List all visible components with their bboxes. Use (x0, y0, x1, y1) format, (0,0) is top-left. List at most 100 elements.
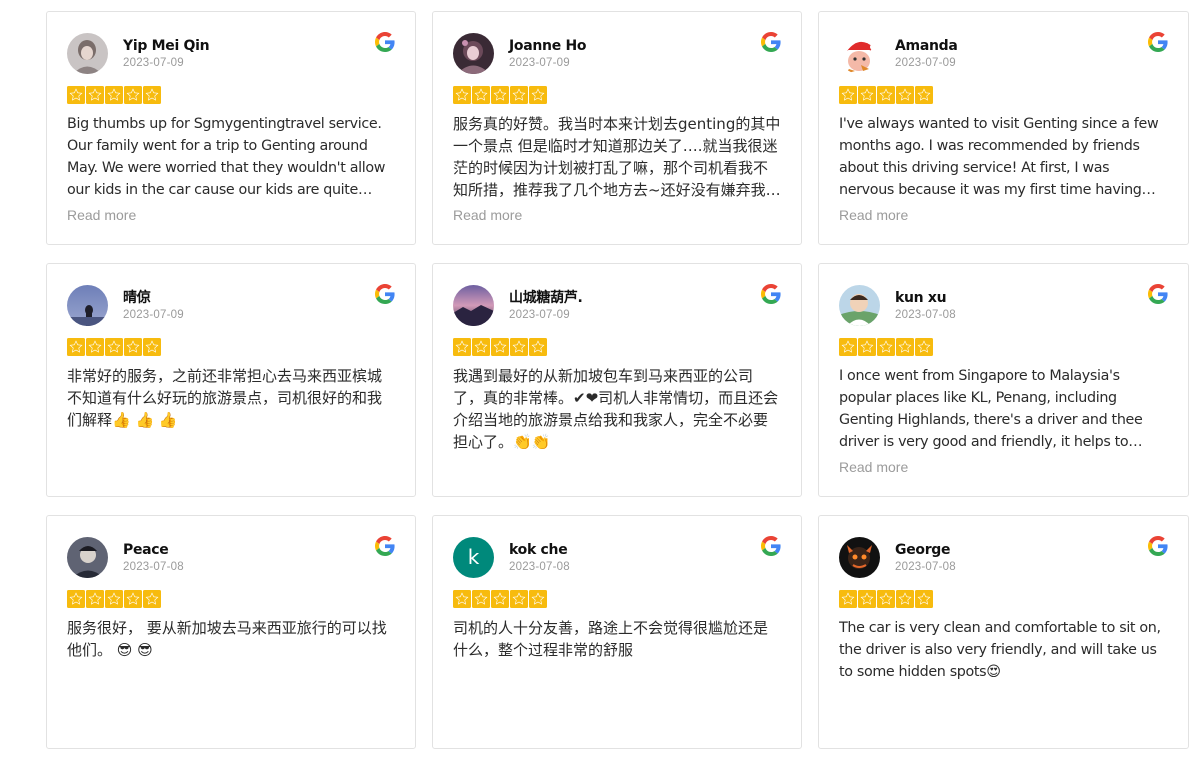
reviewer-name: 山城糖葫芦. (509, 290, 583, 306)
star-icon (491, 590, 509, 608)
star-icon (877, 338, 895, 356)
star-icon (858, 338, 876, 356)
star-icon (453, 86, 471, 104)
star-rating (67, 338, 395, 358)
review-card: 山城糖葫芦. 2023-07-09 我遇到最好的从新加坡包车到马来西亚的公司了，… (432, 263, 802, 497)
star-icon (124, 338, 142, 356)
read-more-link[interactable]: Read more (839, 207, 908, 223)
review-date: 2023-07-08 (895, 561, 956, 573)
review-text: 服务真的好赞。我当时本来计划去genting的其中一个景点 但是临时才知道那边关… (453, 115, 781, 199)
star-icon (143, 86, 161, 104)
reviews-grid: Yip Mei Qin 2023-07-09 Big thumbs up for… (46, 11, 1189, 749)
avatar (453, 32, 494, 74)
review-date: 2023-07-09 (123, 57, 184, 69)
star-rating (839, 338, 1168, 358)
review-date: 2023-07-08 (895, 309, 956, 321)
star-icon (143, 338, 161, 356)
star-icon (67, 590, 85, 608)
avatar: k (453, 536, 494, 578)
review-date: 2023-07-08 (123, 561, 184, 573)
star-icon (86, 590, 104, 608)
avatar (453, 284, 494, 326)
google-g-icon (761, 536, 781, 556)
reviewer-name: Joanne Ho (509, 38, 587, 54)
reviewer-name: Peace (123, 542, 169, 558)
review-card: Peace 2023-07-08 服务很好， 要从新加坡去马来西亚旅行的可以找他… (46, 515, 416, 749)
star-icon (877, 86, 895, 104)
star-rating (453, 338, 781, 358)
review-card: k kok che 2023-07-08 司机的人十分友善，路途上不会觉得很尴尬… (432, 515, 802, 749)
avatar (67, 32, 108, 74)
google-g-icon (375, 284, 395, 304)
review-text: Big thumbs up for Sgmygentingtravel serv… (67, 116, 386, 198)
star-icon (105, 590, 123, 608)
google-g-icon (761, 32, 781, 52)
star-icon (896, 590, 914, 608)
star-icon (143, 590, 161, 608)
avatar (67, 536, 108, 578)
star-icon (510, 338, 528, 356)
avatar (67, 284, 108, 326)
review-text: The car is very clean and comfortable to… (839, 620, 1161, 680)
star-icon (915, 86, 933, 104)
reviewer-name: kun xu (895, 290, 947, 306)
review-date: 2023-07-09 (895, 57, 956, 69)
review-header: 山城糖葫芦. 2023-07-09 (453, 284, 781, 326)
google-g-icon (375, 536, 395, 556)
review-header: k kok che 2023-07-08 (453, 536, 781, 578)
google-g-icon (761, 284, 781, 304)
avatar (839, 284, 880, 326)
star-icon (86, 338, 104, 356)
star-icon (839, 590, 857, 608)
star-rating (453, 86, 781, 106)
star-rating (453, 590, 781, 610)
review-date: 2023-07-09 (509, 309, 570, 321)
google-g-icon (1148, 536, 1168, 556)
review-card: George 2023-07-08 The car is very clean … (818, 515, 1189, 749)
review-card: kun xu 2023-07-08 I once went from Singa… (818, 263, 1189, 497)
review-header: George 2023-07-08 (839, 536, 1168, 578)
star-rating (839, 86, 1168, 106)
review-card: Amanda 2023-07-09 I've always wanted to … (818, 11, 1189, 245)
star-icon (67, 338, 85, 356)
read-more-link[interactable]: Read more (839, 459, 908, 475)
star-icon (124, 590, 142, 608)
star-icon (105, 86, 123, 104)
review-header: 晴倞 2023-07-09 (67, 284, 395, 326)
star-icon (839, 338, 857, 356)
star-icon (124, 86, 142, 104)
avatar (839, 32, 880, 74)
star-icon (858, 86, 876, 104)
star-icon (472, 338, 490, 356)
star-icon (491, 86, 509, 104)
avatar-letter: k (467, 545, 480, 569)
star-icon (877, 590, 895, 608)
star-icon (491, 338, 509, 356)
review-text: I once went from Singapore to Malaysia's… (839, 368, 1143, 450)
reviewer-name: 晴倞 (123, 290, 151, 306)
star-icon (67, 86, 85, 104)
google-g-icon (375, 32, 395, 52)
review-header: Yip Mei Qin 2023-07-09 (67, 32, 395, 74)
review-card: Yip Mei Qin 2023-07-09 Big thumbs up for… (46, 11, 416, 245)
review-text: I've always wanted to visit Genting sinc… (839, 116, 1159, 198)
reviewer-name: kok che (509, 542, 568, 558)
read-more-link[interactable]: Read more (453, 207, 522, 223)
review-header: kun xu 2023-07-08 (839, 284, 1168, 326)
review-date: 2023-07-08 (509, 561, 570, 573)
reviewer-name: Amanda (895, 38, 958, 54)
google-g-icon (1148, 32, 1168, 52)
star-icon (915, 338, 933, 356)
star-icon (858, 590, 876, 608)
read-more-link[interactable]: Read more (67, 207, 136, 223)
star-icon (839, 86, 857, 104)
star-icon (529, 590, 547, 608)
review-text: 非常好的服务，之前还非常担心去马来西亚槟城不知道有什么好玩的旅游景点，司机很好的… (67, 367, 383, 429)
star-icon (453, 338, 471, 356)
star-rating (67, 590, 395, 610)
star-icon (453, 590, 471, 608)
star-icon (915, 590, 933, 608)
star-rating (67, 86, 395, 106)
star-icon (529, 86, 547, 104)
review-header: Amanda 2023-07-09 (839, 32, 1168, 74)
